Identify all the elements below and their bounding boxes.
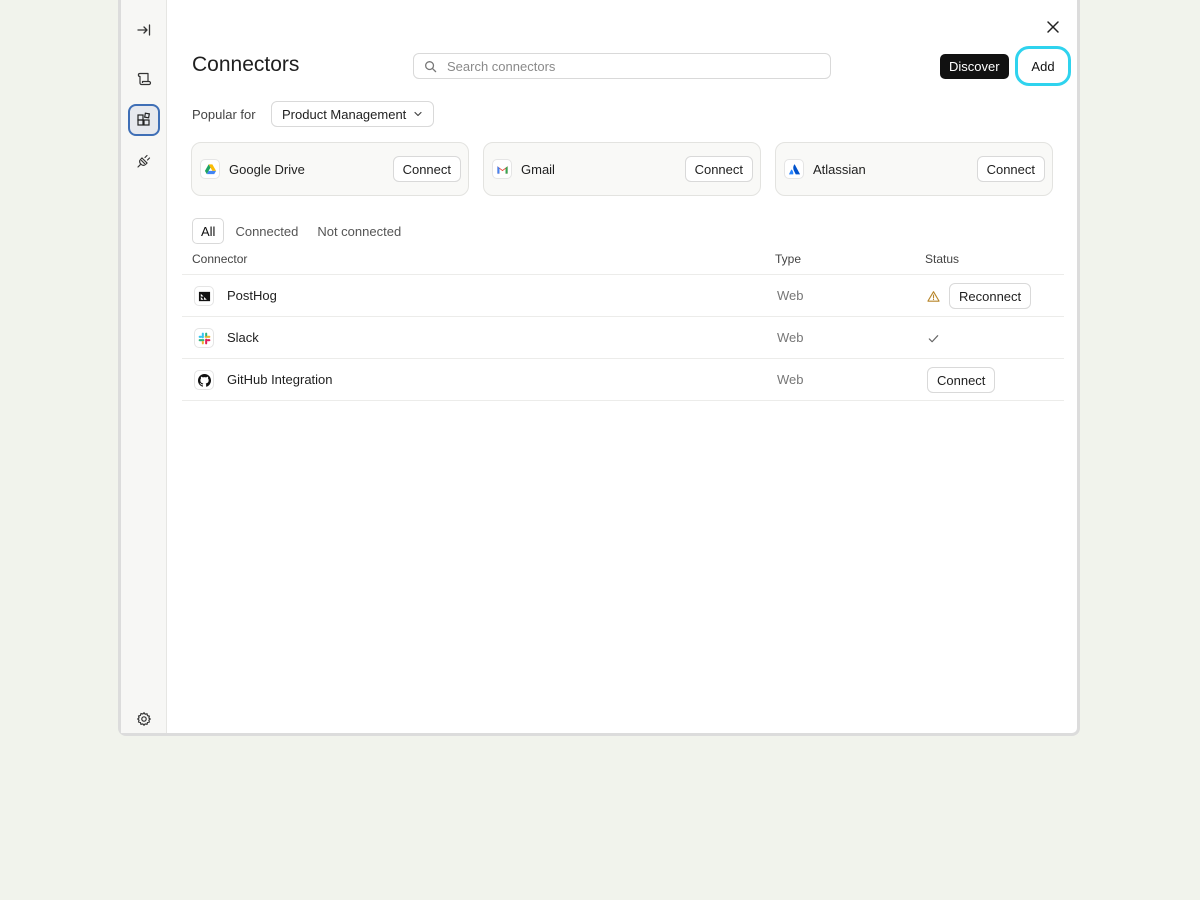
popular-card-google-drive: Google Drive Connect	[191, 142, 469, 196]
sidebar-rail	[121, 0, 167, 733]
github-icon	[197, 373, 211, 387]
search-input[interactable]	[445, 57, 809, 75]
close-icon	[1047, 21, 1059, 33]
tab-connected[interactable]: Connected	[227, 219, 306, 243]
connector-type: Web	[777, 330, 804, 345]
atlassian-logo	[784, 159, 804, 179]
table-row[interactable]: Slack Web	[182, 316, 1064, 359]
plugin-nav-button[interactable]	[128, 145, 160, 177]
connect-atlassian-button[interactable]: Connect	[976, 156, 1045, 182]
connector-status: Reconnect	[927, 282, 1032, 310]
warning-icon	[927, 290, 940, 302]
chevron-down-icon	[414, 111, 422, 117]
table-row[interactable]: PostHog Web Reconnect	[182, 274, 1064, 317]
popular-for-label: Popular for	[192, 107, 256, 122]
connectors-window: Connectors Discover Add Popular for Prod…	[118, 0, 1080, 736]
close-button[interactable]	[1042, 16, 1064, 38]
table-row[interactable]: GitHub Integration Web Connect	[182, 358, 1064, 401]
scroll-history-button[interactable]	[128, 63, 160, 95]
collapse-sidebar-button[interactable]	[128, 14, 160, 46]
column-header-status[interactable]: Status	[925, 252, 959, 266]
atlassian-icon	[788, 163, 800, 174]
connector-type: Web	[777, 288, 804, 303]
settings-icon	[136, 711, 152, 727]
slack-logo	[194, 328, 214, 348]
connector-type: Web	[777, 372, 804, 387]
search-icon	[425, 60, 437, 72]
popular-card-atlassian: Atlassian Connect	[775, 142, 1053, 196]
scroll-icon	[137, 72, 152, 86]
google-drive-logo	[200, 159, 220, 179]
column-header-connector[interactable]: Connector	[192, 252, 247, 266]
popular-category-value: Product Management	[282, 106, 407, 122]
popular-card-gmail: Gmail Connect	[483, 142, 761, 196]
search-box[interactable]	[413, 53, 831, 79]
slack-icon	[198, 332, 210, 344]
popular-card-name: Google Drive	[229, 162, 305, 177]
connector-status: Connect	[927, 366, 996, 394]
check-icon	[928, 334, 939, 342]
connector-name: GitHub Integration	[227, 372, 333, 387]
posthog-logo	[194, 286, 214, 306]
popular-card-name: Atlassian	[813, 162, 866, 177]
settings-button[interactable]	[128, 703, 160, 735]
filter-tabs: All Connected Not connected	[192, 218, 412, 244]
connect-github-button[interactable]: Connect	[927, 367, 996, 393]
connect-gmail-button[interactable]: Connect	[684, 156, 753, 182]
page-title: Connectors	[192, 53, 300, 76]
connector-name: PostHog	[227, 288, 277, 303]
connector-name: Slack	[227, 330, 259, 345]
column-header-type[interactable]: Type	[775, 252, 801, 266]
collapse-sidebar-icon	[137, 24, 151, 36]
connectors-icon	[137, 112, 151, 126]
google-drive-icon	[204, 163, 216, 174]
posthog-icon	[198, 291, 210, 301]
discover-button[interactable]: Discover	[940, 54, 1009, 79]
tab-not-connected[interactable]: Not connected	[309, 219, 409, 243]
connector-status	[927, 324, 940, 352]
table-bottom-divider	[182, 400, 1064, 401]
tab-all[interactable]: All	[192, 218, 225, 244]
gmail-icon	[496, 165, 508, 174]
popular-category-select[interactable]: Product Management	[271, 101, 435, 127]
add-button[interactable]: Add	[1015, 46, 1071, 86]
reconnect-button[interactable]: Reconnect	[949, 283, 1032, 309]
plugin-icon	[137, 154, 151, 168]
github-logo	[194, 370, 214, 390]
connectors-nav-button[interactable]	[128, 104, 160, 136]
popular-card-name: Gmail	[521, 162, 555, 177]
connect-google-drive-button[interactable]: Connect	[392, 156, 461, 182]
gmail-logo	[492, 159, 512, 179]
